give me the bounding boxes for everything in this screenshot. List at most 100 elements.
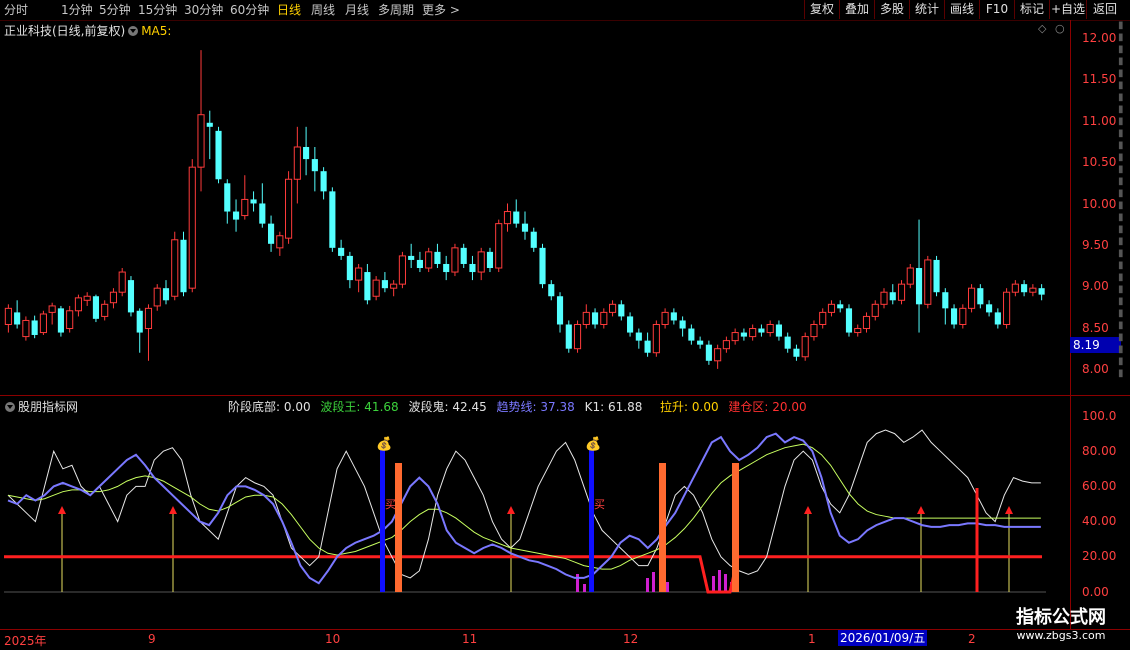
candle-body	[959, 307, 967, 325]
magenta-bar	[583, 584, 586, 592]
magenta-bar	[718, 570, 721, 592]
candle-body	[670, 312, 677, 321]
candle-body	[136, 310, 143, 333]
candle-body	[215, 130, 222, 180]
indicator-series: 💰 买 💰 买	[4, 429, 1046, 594]
candle-body	[827, 303, 836, 313]
candle-body	[355, 267, 363, 281]
candle-body	[652, 323, 660, 354]
candle-body	[1029, 287, 1037, 293]
candle-body	[591, 312, 599, 325]
candle-body	[837, 304, 844, 309]
candle-body	[276, 235, 284, 249]
candle-body	[854, 328, 862, 334]
candle-body	[977, 288, 984, 305]
candle-body	[705, 344, 712, 361]
orange-bar	[659, 463, 666, 592]
candle-body	[924, 259, 932, 305]
watermark-url: www.zbgs3.com	[1016, 629, 1106, 642]
candle-body	[1011, 283, 1019, 293]
candle-body	[381, 280, 388, 289]
candle-body	[556, 296, 564, 325]
candle-body	[197, 114, 205, 168]
candle-body	[862, 315, 871, 330]
candle-body	[469, 263, 476, 273]
candle-body	[39, 313, 47, 334]
watermark: 指标公式网 www.zbgs3.com	[1002, 603, 1120, 642]
candle-body	[451, 247, 459, 273]
wave-king-line	[7, 443, 1041, 570]
candle-body	[906, 267, 914, 285]
candle-body	[434, 251, 441, 264]
chart-canvas[interactable]: 💰 买 💰 买	[0, 0, 1130, 650]
red-arrow-icon	[804, 506, 812, 514]
candle-body	[819, 311, 827, 325]
buy-text: 买	[594, 498, 605, 511]
candle-body	[180, 239, 187, 293]
candle-body	[14, 312, 21, 325]
candle-body	[942, 292, 949, 309]
orange-bar	[732, 463, 739, 592]
magenta-bar	[712, 576, 715, 592]
candle-body	[731, 332, 739, 342]
candle-body	[986, 304, 993, 313]
candle-body	[92, 296, 100, 319]
candle-body	[635, 332, 642, 341]
candle-body	[1038, 288, 1045, 295]
candle-body	[241, 198, 249, 217]
candle-body	[521, 223, 529, 232]
candle-body	[416, 259, 423, 269]
candle-body	[477, 251, 485, 273]
candle-body	[661, 311, 669, 325]
candle-body	[740, 332, 747, 337]
candle-body	[250, 199, 257, 204]
candle-body	[74, 297, 82, 312]
buy-text: 买	[385, 498, 396, 511]
candle-body	[293, 146, 301, 180]
candle-body	[144, 307, 153, 330]
candle-body	[600, 311, 608, 325]
candle-body	[372, 279, 380, 297]
candle-body	[722, 340, 730, 350]
candle-body	[801, 336, 809, 358]
candle-body	[285, 178, 293, 239]
red-arrow-icon	[917, 506, 925, 514]
red-arrow-icon	[1005, 506, 1013, 514]
candle-body	[268, 223, 275, 244]
candle-body	[784, 336, 791, 349]
candle-body	[766, 323, 774, 334]
candle-body	[618, 304, 625, 317]
money-bag-icon: 💰	[585, 436, 601, 452]
magenta-bar	[666, 582, 669, 592]
candle-body	[486, 251, 494, 269]
candle-body	[162, 288, 170, 301]
candle-body	[206, 122, 213, 127]
candle-body	[171, 239, 179, 297]
candle-body	[933, 259, 940, 293]
candle-body	[627, 316, 634, 333]
candle-body	[83, 295, 91, 301]
candle-body	[565, 324, 572, 349]
candle-body	[1021, 284, 1028, 293]
candle-body	[688, 328, 695, 341]
candle-body	[48, 305, 56, 313]
candle-body	[22, 319, 30, 338]
buy-bar	[589, 450, 594, 592]
magenta-bar	[724, 574, 727, 592]
candle-body	[714, 348, 722, 362]
candle-body	[398, 255, 406, 285]
candle-body	[425, 251, 433, 269]
candle-body	[644, 340, 651, 353]
candle-body	[697, 340, 704, 345]
candle-body	[810, 323, 818, 338]
candle-body	[994, 312, 1001, 325]
candle-body	[889, 292, 896, 301]
candle-body	[311, 159, 318, 172]
candle-body	[118, 271, 126, 293]
trend-line	[7, 432, 1041, 585]
orange-bar	[395, 463, 402, 592]
buy-bar	[380, 450, 385, 592]
candle-body	[880, 291, 888, 305]
candle-body	[915, 268, 923, 305]
red-arrow-icon	[169, 506, 177, 514]
